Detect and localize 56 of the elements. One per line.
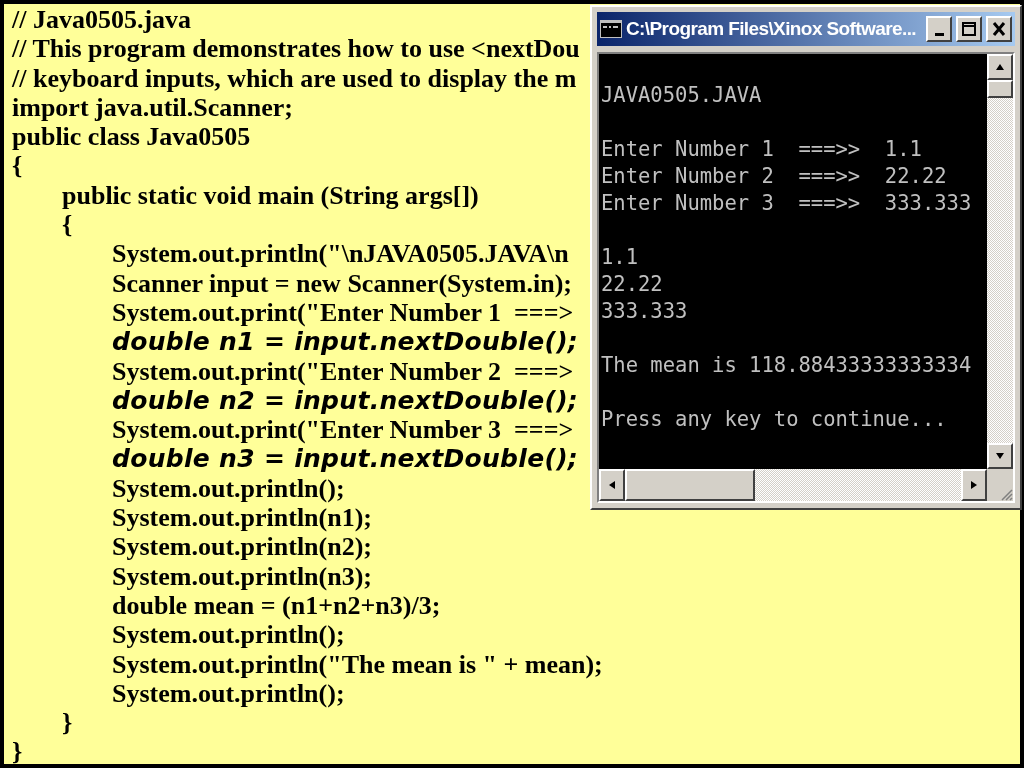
console-output-line: 1.1 xyxy=(601,244,639,271)
console-output-line: JAVA0505.JAVA xyxy=(601,82,762,109)
close-button[interactable] xyxy=(986,16,1012,42)
code-line: // Java0505.java xyxy=(12,5,192,35)
scroll-left-button[interactable] xyxy=(599,469,625,501)
maximize-icon xyxy=(962,22,976,36)
vertical-scrollbar[interactable] xyxy=(987,54,1013,469)
code-line: double n3 = input.nextDouble(); xyxy=(112,444,579,474)
scroll-right-button[interactable] xyxy=(961,469,987,501)
console-output-line: 333.333 xyxy=(601,298,688,325)
console-output-line: Enter Number 1 ===>> 1.1 xyxy=(601,136,922,163)
code-line: System.out.println(); xyxy=(112,473,345,504)
scroll-up-button[interactable] xyxy=(987,54,1013,80)
right-arrow-icon xyxy=(969,480,979,490)
code-line: System.out.println(); xyxy=(112,678,345,709)
console-output-line: The mean is 118.88433333333334 xyxy=(601,352,972,379)
code-line: System.out.println(); xyxy=(112,620,345,650)
code-line: // This program demonstrates how to use <nextDou xyxy=(12,34,580,64)
console-output-line: Enter Number 2 ===>> 22.22 xyxy=(601,163,947,190)
code-line: System.out.println(n1); xyxy=(112,503,372,533)
code-line: { xyxy=(12,151,23,181)
code-line: double n2 = input.nextDouble(); xyxy=(112,385,579,416)
horizontal-scrollbar[interactable] xyxy=(599,469,987,501)
code-line: System.out.println("\nJAVA0505.JAVA\n xyxy=(112,239,569,269)
code-line: { xyxy=(62,210,73,240)
minimize-icon xyxy=(934,32,944,36)
scroll-down-button[interactable] xyxy=(987,443,1013,469)
console-output-line: 22.22 xyxy=(601,271,663,298)
close-icon xyxy=(992,22,1006,36)
console-output-line: Press any key to continue... xyxy=(601,406,947,433)
code-line: public static void main (String args[]) xyxy=(62,180,479,211)
scroll-thumb[interactable] xyxy=(625,469,755,501)
code-line: } xyxy=(62,708,73,738)
code-line: System.out.println(n3); xyxy=(112,561,372,591)
minimize-button[interactable] xyxy=(926,16,952,42)
code-line: System.out.print("Enter Number 1 ===> xyxy=(112,297,574,328)
code-line: public class Java0505 xyxy=(12,122,251,152)
scroll-thumb[interactable] xyxy=(987,80,1013,98)
down-arrow-icon xyxy=(995,451,1005,461)
code-line: System.out.println(n2); xyxy=(112,532,372,562)
code-line: import java.util.Scanner; xyxy=(12,92,293,123)
code-line: } xyxy=(12,737,23,767)
console-output-line: Enter Number 3 ===>> 333.333 xyxy=(601,190,972,217)
code-line: double mean = (n1+n2+n3)/3; xyxy=(112,590,441,621)
resize-grip-icon[interactable] xyxy=(999,487,1013,501)
code-line: System.out.print("Enter Number 2 ===> xyxy=(112,356,574,386)
code-line: System.out.print("Enter Number 3 ===> xyxy=(112,415,574,445)
left-arrow-icon xyxy=(607,480,617,490)
up-arrow-icon xyxy=(995,62,1005,72)
maximize-button[interactable] xyxy=(956,16,982,42)
code-line: double n1 = input.nextDouble(); xyxy=(112,327,579,357)
code-line: // keyboard inputs, which are used to display the m xyxy=(12,63,577,93)
code-line: System.out.println("The mean is " + mean); xyxy=(112,649,603,679)
window-title: C:\Program Files\Xinox Software... xyxy=(626,18,917,40)
code-line: Scanner input = new Scanner(System.in); xyxy=(112,268,572,298)
console-icon xyxy=(600,20,622,38)
